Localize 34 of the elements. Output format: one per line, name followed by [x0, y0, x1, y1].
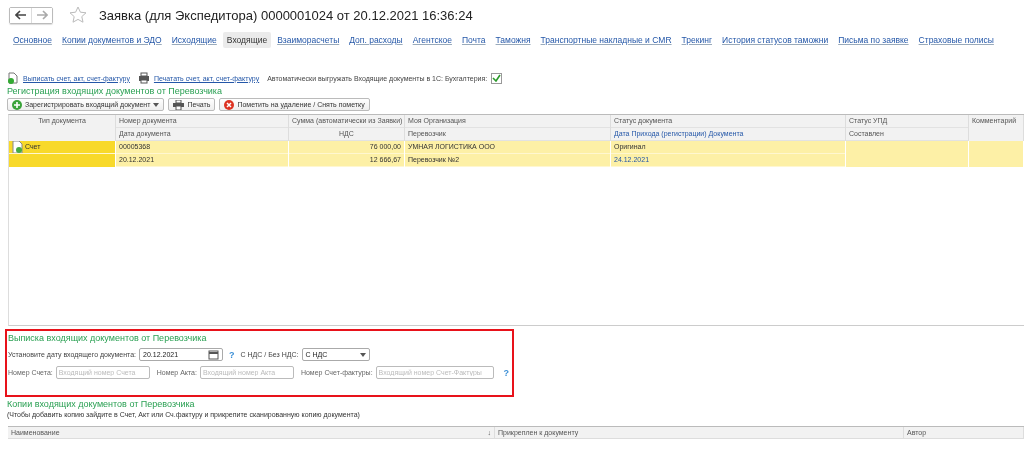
tab[interactable]: Транспортные накладные и CMR	[536, 32, 676, 48]
tab[interactable]: Трекинг	[677, 32, 716, 48]
checkmark-icon	[492, 74, 502, 82]
delete-icon	[224, 99, 235, 110]
plus-icon	[12, 99, 22, 110]
caret-icon	[359, 352, 366, 357]
help-icon[interactable]: ?	[503, 367, 509, 378]
printer-icon	[137, 72, 150, 84]
section-title: Копии входящих документов от Перевозчика	[6, 398, 196, 410]
printer-icon	[173, 99, 185, 110]
document-add-icon	[7, 72, 19, 84]
arrow-right-icon	[36, 10, 48, 20]
arrow-left-icon	[14, 10, 27, 20]
tab[interactable]: Страховые полисы	[914, 32, 998, 48]
tab[interactable]: Входящие	[222, 32, 272, 48]
tab[interactable]: Таможня	[491, 32, 535, 48]
auto-export-checkbox[interactable]	[491, 72, 503, 84]
section-title: Регистрация входящих документов от Перевозчика	[6, 85, 223, 97]
tab[interactable]: Взаиморасчеты	[273, 32, 344, 48]
tab[interactable]: Почта	[457, 32, 490, 48]
tab[interactable]: Копии документов и ЭДО	[57, 32, 166, 48]
tab[interactable]: Письма по заявке	[834, 32, 913, 48]
tab[interactable]: Агентское	[408, 32, 456, 48]
tab[interactable]: Доп. расходы	[345, 32, 407, 48]
tab[interactable]: Основное	[9, 32, 56, 48]
help-icon[interactable]: ?	[229, 349, 235, 360]
caret-icon	[153, 102, 160, 107]
star-icon[interactable]	[69, 6, 87, 24]
window-title: Заявка (для Экспедитора) 0000001024 от 20.12.2021 16:36:24	[99, 7, 473, 23]
back-button[interactable]	[10, 7, 31, 23]
tab[interactable]: История статусов таможни	[718, 32, 833, 48]
tab[interactable]: Исходящие	[167, 32, 221, 48]
calendar-icon	[208, 349, 220, 360]
section-title: Выписка входящих документов от Перевозчика	[7, 332, 208, 345]
